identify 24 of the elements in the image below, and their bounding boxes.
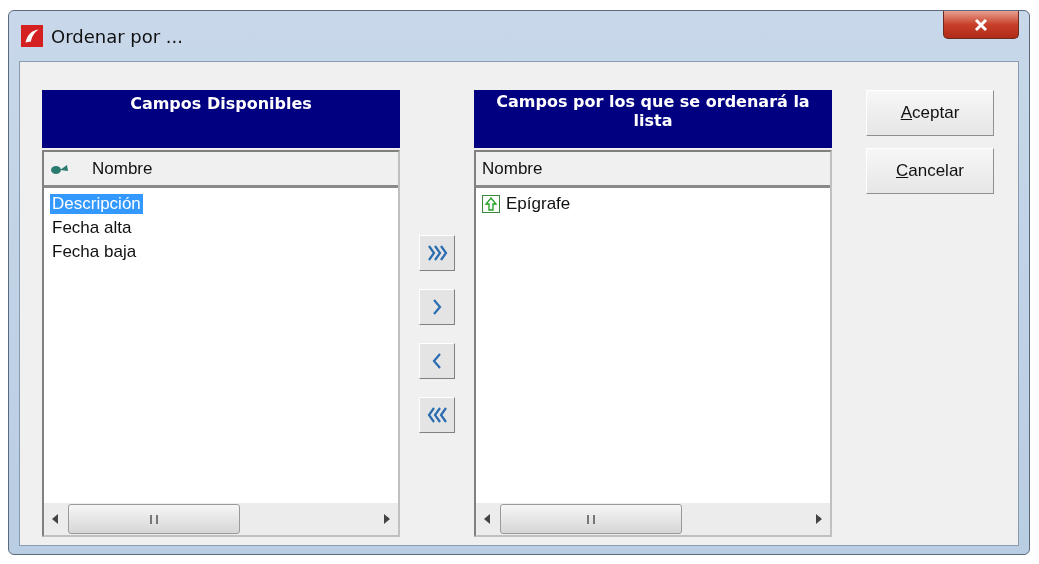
list-item[interactable]: Fecha alta xyxy=(50,218,134,238)
double-right-arrow-button[interactable] xyxy=(419,235,455,271)
column-label: Nombre xyxy=(482,158,543,179)
list-item[interactable]: Epígrafe xyxy=(504,194,573,214)
cancel-button[interactable]: Cancelar xyxy=(866,148,994,194)
left-arrow-button[interactable] xyxy=(419,343,455,379)
horizontal-scrollbar[interactable] xyxy=(44,503,398,535)
app-icon xyxy=(21,25,43,47)
list-item[interactable]: Fecha baja xyxy=(50,242,139,262)
right-arrow-button[interactable] xyxy=(419,289,455,325)
close-icon xyxy=(974,17,988,32)
list-box[interactable]: Nombre Descripción Fecha alta Fecha baja xyxy=(42,150,400,537)
column-header[interactable]: Nombre xyxy=(476,152,830,188)
panel-header: Campos por los que se ordenará la lista xyxy=(474,90,832,148)
close-button[interactable] xyxy=(943,11,1019,39)
column-header[interactable]: Nombre xyxy=(44,152,398,188)
column-label: Nombre xyxy=(92,158,153,179)
up-arrow-icon xyxy=(482,195,500,213)
horizontal-scrollbar[interactable] xyxy=(476,503,830,535)
double-left-arrow-button[interactable] xyxy=(419,397,455,433)
accept-button[interactable]: Aceptar xyxy=(866,90,994,136)
panel-header: Campos Disponibles xyxy=(42,90,400,148)
list-box[interactable]: Nombre Epígrafe xyxy=(474,150,832,537)
window-title: Ordenar por ... xyxy=(51,25,184,47)
